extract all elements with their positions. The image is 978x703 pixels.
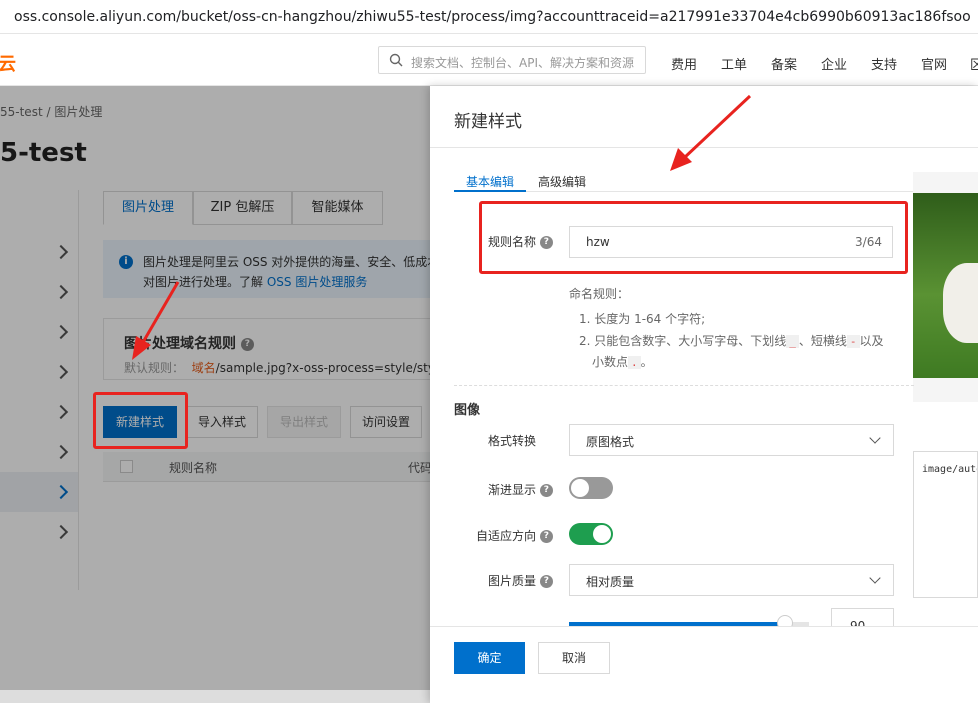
top-navigation: 云 搜索文档、控制台、API、解决方案和资源 费用 工单 备案 企业 支持 官网… xyxy=(0,34,978,86)
code-preview-text: image/auto xyxy=(922,464,978,475)
browser-url-bar[interactable]: oss.console.aliyun.com/bucket/oss-cn-han… xyxy=(0,0,978,34)
naming-rule-2: 2. 只能包含数字、大小写字母、下划线 _ 、短横线 - 以及 xyxy=(579,332,884,349)
preview-footer xyxy=(913,378,978,402)
preview-header xyxy=(913,172,978,193)
progressive-toggle[interactable] xyxy=(569,477,613,499)
progressive-label-text: 渐进显示 xyxy=(488,483,537,497)
drawer-title: 新建样式 xyxy=(454,112,522,132)
nav-item-support[interactable]: 支持 xyxy=(871,54,897,73)
confirm-button[interactable]: 确定 xyxy=(454,642,525,674)
preview-dog xyxy=(943,263,978,343)
code-preview: image/auto xyxy=(913,451,978,598)
aliyun-logo[interactable]: 云 xyxy=(0,50,16,76)
nav-item-tickets[interactable]: 工单 xyxy=(721,54,747,73)
section-image-title: 图像 xyxy=(454,403,481,418)
annotation-highlight-rule-name xyxy=(479,201,908,274)
search-placeholder: 搜索文档、控制台、API、解决方案和资源 xyxy=(411,56,634,70)
chevron-down-icon xyxy=(869,572,881,584)
chevron-down-icon xyxy=(869,432,881,444)
format-select[interactable]: 原图格式 xyxy=(569,424,894,456)
auto-orient-label: 自适应方向 ? xyxy=(476,527,553,544)
naming-rule-2-a: 2. 只能包含数字、大小写字母、下划线 xyxy=(579,334,787,348)
drawer-header-divider xyxy=(430,147,978,148)
dot-chip: . xyxy=(628,356,641,369)
url-text[interactable]: oss.console.aliyun.com/bucket/oss-cn-han… xyxy=(14,9,971,25)
drawer-footer: 确定 取消 xyxy=(430,627,978,703)
naming-rule-2-cont: 小数点.。 xyxy=(592,353,653,370)
help-icon[interactable]: ? xyxy=(539,575,553,588)
nav-item-fees[interactable]: 费用 xyxy=(671,54,697,73)
underscore-chip: _ xyxy=(786,335,799,348)
toggle-knob xyxy=(593,525,611,543)
annotation-highlight-new-style xyxy=(93,392,188,449)
format-value: 原图格式 xyxy=(586,435,635,449)
nav-item-official-site[interactable]: 官网 xyxy=(921,54,947,73)
naming-rule-2-d: 小数点 xyxy=(592,355,629,369)
help-icon[interactable]: ? xyxy=(539,484,553,497)
quality-label: 图片质量 ? xyxy=(488,572,553,589)
cancel-button[interactable]: 取消 xyxy=(538,642,610,674)
search-icon xyxy=(389,53,403,67)
nav-item-enterprise[interactable]: 企业 xyxy=(821,54,847,73)
naming-rule-1: 1. 长度为 1-64 个字符; xyxy=(579,312,706,326)
naming-rule-title: 命名规则： xyxy=(569,287,630,301)
quality-select[interactable]: 相对质量 xyxy=(569,564,894,596)
tab-advanced-edit[interactable]: 高级编辑 xyxy=(538,173,586,190)
preview-image xyxy=(913,193,978,378)
toggle-knob xyxy=(571,479,589,497)
auto-orient-toggle[interactable] xyxy=(569,523,613,545)
new-style-drawer: 新建样式 基本编辑 高级编辑 image/auto 规则名称 ? hzw 3/6… xyxy=(430,86,978,703)
dash-chip: - xyxy=(846,335,860,348)
quality-label-text: 图片质量 xyxy=(488,574,537,588)
active-tab-indicator xyxy=(454,190,526,192)
nav-item-region[interactable]: 区 xyxy=(970,54,978,73)
naming-rule-2-b: 、短横线 xyxy=(798,334,847,348)
naming-rule-2-e: 。 xyxy=(640,355,653,369)
help-icon[interactable]: ? xyxy=(539,530,553,543)
section-divider xyxy=(454,385,914,386)
modal-overlay[interactable] xyxy=(0,86,430,703)
naming-rule-2-c: 以及 xyxy=(859,334,884,348)
progressive-label: 渐进显示 ? xyxy=(488,481,553,498)
search-input[interactable]: 搜索文档、控制台、API、解决方案和资源 xyxy=(378,46,646,74)
nav-item-icp[interactable]: 备案 xyxy=(771,54,797,73)
format-label: 格式转换 xyxy=(488,434,537,448)
bottom-strip xyxy=(0,690,430,703)
auto-orient-label-text: 自适应方向 xyxy=(476,529,537,543)
tab-basic-edit[interactable]: 基本编辑 xyxy=(466,173,514,190)
quality-value: 相对质量 xyxy=(586,575,635,589)
